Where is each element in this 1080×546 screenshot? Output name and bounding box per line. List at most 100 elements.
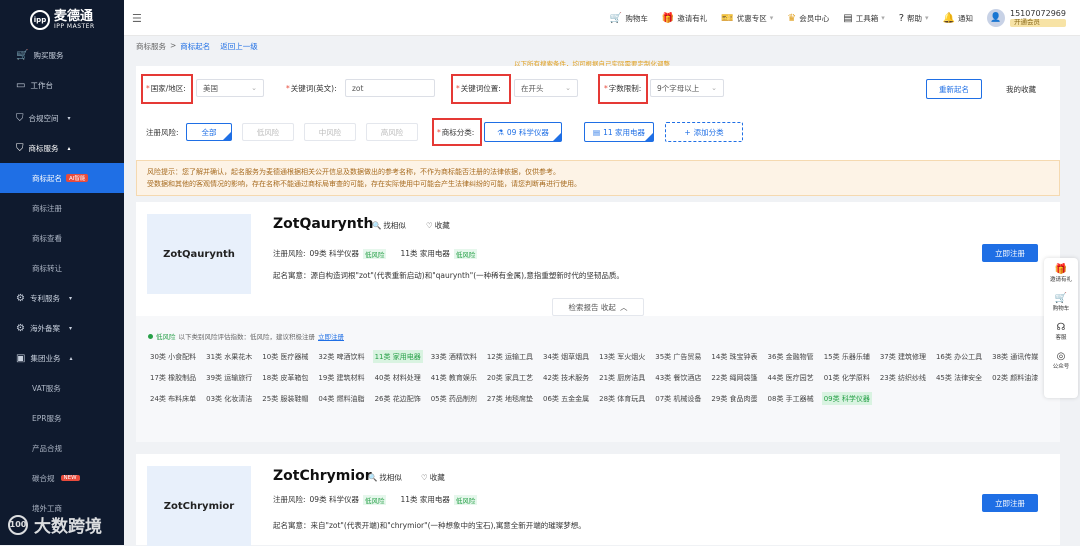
class-item[interactable]: 23类 纺织纱线 (878, 371, 928, 384)
class-item[interactable]: 10类 医疗器械 (260, 350, 310, 363)
class-item[interactable]: 24类 布料床单 (148, 392, 198, 405)
keyword-input[interactable]: zot (345, 79, 435, 97)
class-item[interactable]: 01类 化学原料 (822, 371, 872, 384)
favorite-link[interactable]: ♡ 收藏 (426, 220, 450, 231)
class-chip-09[interactable]: ⚗ 09 科学仪器 (484, 122, 562, 142)
class-item[interactable]: 22类 绳网袋篷 (709, 371, 759, 384)
class-item[interactable]: 37类 建筑修理 (878, 350, 928, 363)
class-item[interactable]: 25类 服装鞋帽 (260, 392, 310, 405)
class-item[interactable]: 05类 药品制剂 (429, 392, 479, 405)
top-link-cart[interactable]: 🛒 购物车 (610, 13, 648, 24)
class-item[interactable]: 17类 橡胶制品 (148, 371, 198, 384)
sidebar-sub-epr[interactable]: EPR服务 (0, 403, 124, 433)
class-item[interactable]: 42类 技术服务 (541, 371, 591, 384)
class-item[interactable]: 32类 啤酒饮料 (316, 350, 366, 363)
class-item[interactable]: 29类 食品肉蛋 (709, 392, 759, 405)
sidebar-item-purchase[interactable]: 🛒 购买服务 (0, 40, 124, 70)
top-link-member[interactable]: ♛ 会员中心 (787, 13, 829, 24)
wechat-icon: ◎ (1056, 351, 1066, 362)
back-link[interactable]: 返回上一级 (220, 41, 258, 52)
sidebar-sub-product[interactable]: 产品合规 (0, 433, 124, 463)
rename-button[interactable]: 重新起名 (926, 79, 982, 99)
menu-toggle-icon[interactable]: ☰ (132, 12, 142, 25)
member-badge[interactable]: 开通会员 (1010, 18, 1066, 27)
sidebar-item-patent[interactable]: ⚙ 专利服务 ▾ (0, 283, 124, 313)
class-item[interactable]: 27类 地毯席垫 (485, 392, 535, 405)
class-item[interactable]: 11类 家用电器 (372, 350, 423, 363)
sidebar-item-group[interactable]: ▣ 集团业务 ▴ (0, 343, 124, 373)
top-link-help[interactable]: ? 帮助 ▾ (899, 13, 929, 24)
report-toggle-button[interactable]: 检索报告 收起 ︿ (552, 298, 644, 316)
top-link-discount[interactable]: 🎫 优惠专区 ▾ (721, 13, 773, 24)
class-item[interactable]: 41类 教育娱乐 (429, 371, 479, 384)
sidebar-sub-naming[interactable]: 商标起名 AI智能 (0, 163, 124, 193)
class-item[interactable]: 45类 法律安全 (934, 371, 984, 384)
class-item[interactable]: 33类 酒精饮料 (429, 350, 479, 363)
top-link-toolbox[interactable]: ▤ 工具箱 ▾ (843, 13, 884, 24)
class-item[interactable]: 39类 运输旅行 (204, 371, 254, 384)
class-item[interactable]: 35类 广告贸易 (653, 350, 703, 363)
class-item[interactable]: 09类 科学仪器 (821, 392, 872, 405)
sidebar-sub-view[interactable]: 商标查看 (0, 223, 124, 253)
class-item[interactable]: 18类 皮革箱包 (260, 371, 310, 384)
add-class-button[interactable]: + 添加分类 (665, 122, 743, 142)
class-item[interactable]: 19类 建筑材料 (316, 371, 366, 384)
register-button[interactable]: 立即注册 (982, 494, 1038, 512)
sidebar-item-trademark[interactable]: ⛉ 商标服务 ▴ (0, 133, 124, 163)
class-item[interactable]: 28类 体育玩具 (597, 392, 647, 405)
name-meaning: 起名寓意：来自"zot"(代表开端)和"chrymior"(一种想象中的宝石),… (273, 521, 586, 530)
class-item[interactable]: 34类 烟草烟具 (541, 350, 591, 363)
top-link-invite[interactable]: 🎁 邀请有礼 (662, 13, 707, 24)
class-item[interactable]: 13类 军火烟火 (597, 350, 647, 363)
logo[interactable]: ipp 麦德通 IPP MASTER (0, 0, 124, 40)
sidebar-item-compliance[interactable]: ⛉ 合规空间 ▾ (0, 103, 124, 133)
risk-high-button[interactable]: 高风险 (366, 123, 418, 141)
class-item[interactable]: 15类 乐器乐辅 (822, 350, 872, 363)
length-select[interactable]: 9个字母以上 ⌄ (650, 79, 724, 97)
risk-low-button[interactable]: 低风险 (242, 123, 294, 141)
class-item[interactable]: 04类 燃料油脂 (316, 392, 366, 405)
class-item[interactable]: 44类 医疗园艺 (766, 371, 816, 384)
sidebar-sub-carbon[interactable]: 碳合规 NEW (0, 463, 124, 493)
class-item[interactable]: 38类 通讯传媒 (990, 350, 1040, 363)
class-item[interactable]: 16类 办公工具 (934, 350, 984, 363)
class-item[interactable]: 20类 家具工艺 (485, 371, 535, 384)
sidebar-item-overseas[interactable]: ⚙ 海外备案 ▾ (0, 313, 124, 343)
float-service[interactable]: ☊ 客服 (1055, 322, 1066, 341)
class-item[interactable]: 14类 珠宝钟表 (709, 350, 759, 363)
sidebar-sub-register[interactable]: 商标注册 (0, 193, 124, 223)
class-item[interactable]: 02类 颜料油漆 (990, 371, 1040, 384)
float-cart[interactable]: 🛒 购物车 (1053, 293, 1070, 312)
class-item[interactable]: 31类 水果花木 (204, 350, 254, 363)
sidebar-sub-transfer[interactable]: 商标转让 (0, 253, 124, 283)
class-item[interactable]: 07类 机械设备 (653, 392, 703, 405)
class-item[interactable]: 03类 化妆清洁 (204, 392, 254, 405)
find-similar-link[interactable]: 🔍 找相似 (372, 220, 406, 231)
float-invite[interactable]: 🎁 邀请有礼 (1050, 264, 1072, 283)
class-item[interactable]: 43类 餐饮酒店 (653, 371, 703, 384)
favorite-link[interactable]: ♡ 收藏 (421, 472, 445, 483)
find-similar-link[interactable]: 🔍 找相似 (368, 472, 402, 483)
sidebar-item-workbench[interactable]: ▭ 工作台 (0, 70, 124, 100)
breadcrumb-root[interactable]: 商标服务 (136, 41, 166, 52)
class-item[interactable]: 08类 手工器械 (766, 392, 816, 405)
class-item[interactable]: 12类 运输工具 (485, 350, 535, 363)
register-now-link[interactable]: 立即注册 (318, 331, 344, 341)
risk-all-button[interactable]: 全部 (186, 123, 232, 141)
user-menu[interactable]: 👤 15107072969 开通会员 (987, 9, 1066, 27)
class-item[interactable]: 40类 材料处理 (373, 371, 423, 384)
top-link-notify[interactable]: 🔔 通知 (943, 13, 973, 24)
sidebar-sub-vat[interactable]: VAT服务 (0, 373, 124, 403)
class-item[interactable]: 26类 花边配饰 (373, 392, 423, 405)
float-wechat[interactable]: ◎ 公众号 (1053, 351, 1070, 370)
class-item[interactable]: 36类 金融物管 (766, 350, 816, 363)
class-item[interactable]: 06类 五金金属 (541, 392, 591, 405)
position-select[interactable]: 在开头 ⌄ (514, 79, 578, 97)
risk-mid-button[interactable]: 中风险 (304, 123, 356, 141)
register-button[interactable]: 立即注册 (982, 244, 1038, 262)
my-favorites-link[interactable]: 我的收藏 (1006, 84, 1036, 95)
class-item[interactable]: 30类 小食配料 (148, 350, 198, 363)
class-chip-11[interactable]: ▤ 11 家用电器 (584, 122, 654, 142)
class-item[interactable]: 21类 厨房洁具 (597, 371, 647, 384)
country-select[interactable]: 美国 ⌄ (196, 79, 264, 97)
